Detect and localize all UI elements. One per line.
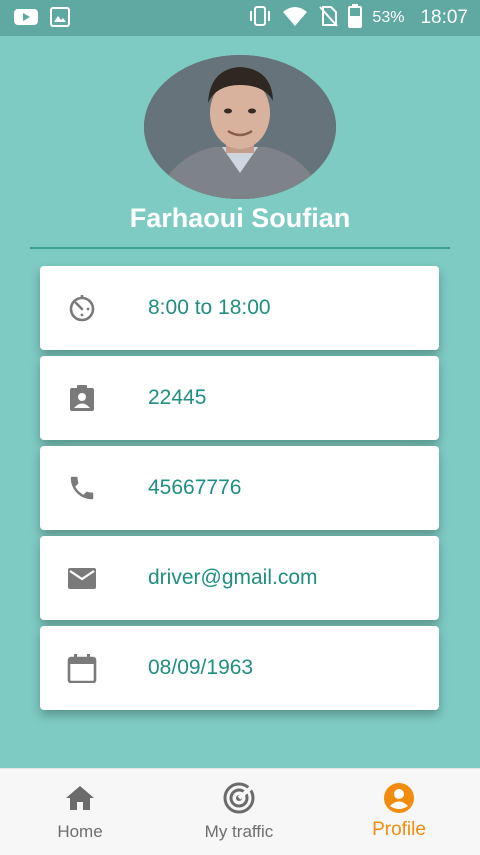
driver-id-card: 22445 (40, 356, 439, 440)
phone-icon (67, 473, 97, 503)
calendar-icon (67, 653, 97, 684)
nav-profile[interactable]: Profile (329, 769, 469, 855)
nav-profile-label: Profile (372, 819, 426, 840)
vibrate-icon (248, 5, 272, 32)
nav-home-label: Home (57, 822, 103, 841)
badge-icon (67, 383, 97, 413)
profile-name: Farhaoui Soufian (129, 203, 351, 233)
home-icon (63, 781, 97, 815)
working-hours-value: 8:00 to 18:00 (148, 296, 271, 319)
wifi-icon (282, 5, 308, 32)
radar-icon (222, 781, 256, 815)
nav-my-traffic[interactable]: My traffic (169, 769, 309, 855)
timer-icon (67, 293, 97, 323)
profile-avatar (144, 55, 336, 199)
birthdate-card: 08/09/1963 (40, 626, 439, 710)
nav-home[interactable]: Home (10, 769, 150, 855)
working-hours-card: 8:00 to 18:00 (40, 266, 439, 350)
no-sim-icon (318, 5, 339, 32)
email-icon (67, 563, 97, 593)
phone-card: 45667776 (40, 446, 439, 530)
email-value: driver@gmail.com (148, 566, 318, 589)
image-icon (50, 7, 70, 32)
account-icon (382, 781, 416, 815)
youtube-icon (14, 8, 38, 31)
birthdate-value: 08/09/1963 (148, 656, 254, 679)
bottom-navigation: Home My traffic Profile (0, 768, 480, 855)
battery-percent: 53% (372, 9, 405, 26)
clock: 18:07 (420, 7, 468, 28)
status-bar: 53% 18:07 (0, 0, 480, 36)
divider (30, 247, 450, 249)
email-card: driver@gmail.com (40, 536, 439, 620)
battery-icon (348, 3, 363, 33)
nav-my-traffic-label: My traffic (204, 822, 274, 841)
phone-value: 45667776 (148, 476, 242, 499)
driver-id-value: 22445 (148, 386, 207, 409)
